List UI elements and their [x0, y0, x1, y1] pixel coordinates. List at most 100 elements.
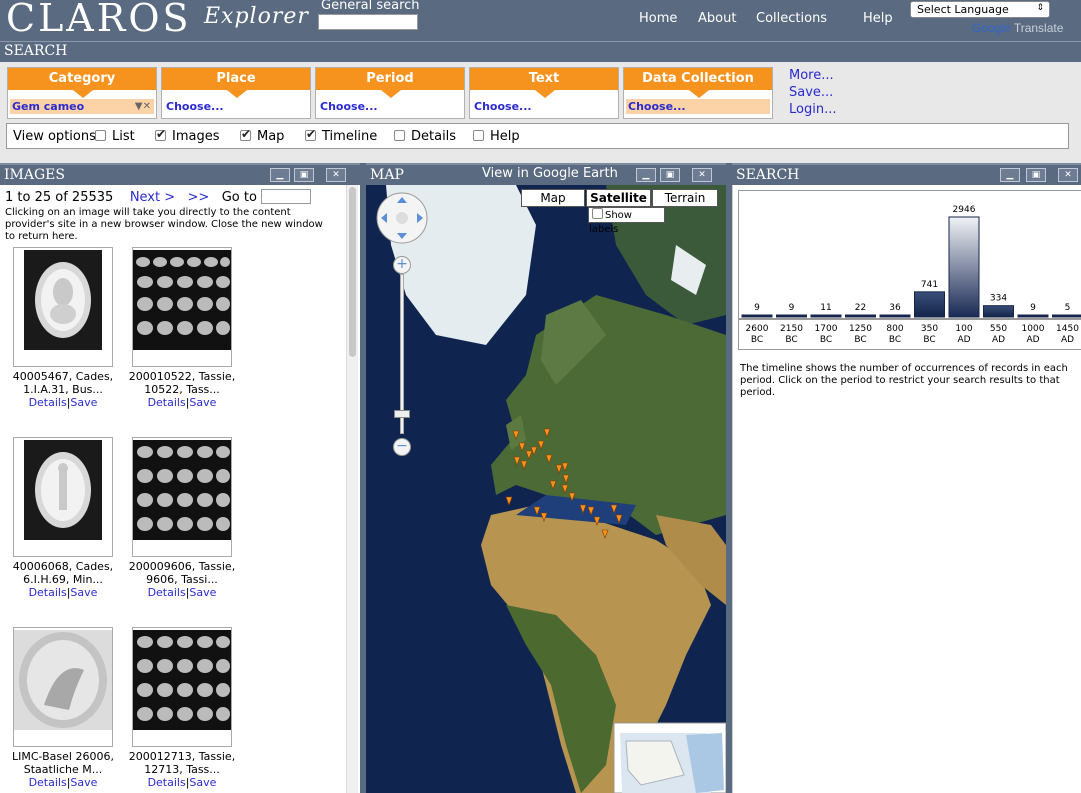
google-translate-label[interactable]: Google Translate	[972, 21, 1063, 35]
thumb-frame[interactable]	[13, 437, 113, 557]
next-link[interactable]: Next >	[130, 190, 175, 205]
thumb-item[interactable]: 200010522, Tassie, 10522, Tass... Detail…	[127, 247, 237, 409]
nav-collections[interactable]: Collections	[756, 11, 827, 26]
save-link[interactable]: Save	[189, 776, 216, 789]
save-link[interactable]: Save...	[789, 84, 836, 101]
goto-input[interactable]	[261, 189, 312, 204]
period-label[interactable]: 350	[921, 324, 938, 334]
scroll-thumb[interactable]	[349, 187, 356, 357]
gem-relief-image[interactable]	[14, 630, 112, 730]
period-label[interactable]: AD	[992, 335, 1005, 345]
details-link[interactable]: Details	[29, 396, 67, 409]
timeline-bar[interactable]	[741, 314, 773, 318]
period-label[interactable]: AD	[957, 335, 970, 345]
facet-period[interactable]: Period Choose...	[315, 67, 465, 119]
save-link[interactable]: Save	[70, 396, 97, 409]
thumb-item[interactable]: LIMC-Basel 26006, Staatliche M... Detail…	[8, 627, 118, 789]
period-label[interactable]: 1250	[849, 324, 872, 334]
checkbox-details[interactable]	[394, 130, 405, 141]
details-link[interactable]: Details	[29, 586, 67, 599]
gem-cameo-image[interactable]	[24, 250, 102, 350]
details-link[interactable]: Details	[29, 776, 67, 789]
zoom-out-icon[interactable]: −	[393, 438, 411, 456]
period-label[interactable]: 800	[886, 324, 903, 334]
maximize-icon[interactable]: ▣	[294, 168, 314, 182]
logo[interactable]: CLAROS	[6, 0, 192, 40]
period-label[interactable]: 100	[955, 324, 972, 334]
facet-data-collection[interactable]: Data Collection Choose...	[623, 67, 773, 119]
checkbox-map[interactable]	[240, 127, 251, 141]
option-details[interactable]: Details	[394, 129, 456, 144]
timeline-bar[interactable]	[845, 314, 876, 318]
show-labels-checkbox[interactable]	[592, 208, 603, 219]
close-icon[interactable]: ✕	[1058, 168, 1078, 182]
general-search-input[interactable]	[318, 14, 418, 30]
timeline-bar[interactable]	[914, 291, 945, 318]
map-type-terrain[interactable]: Terrain	[652, 189, 718, 207]
minimize-icon[interactable]: ▁	[636, 168, 656, 182]
facet-value[interactable]: Choose...	[318, 99, 462, 114]
period-label[interactable]: 1000	[1022, 324, 1045, 334]
thumb-frame[interactable]	[13, 627, 113, 747]
save-link[interactable]: Save	[70, 586, 97, 599]
checkbox-list[interactable]	[95, 130, 106, 141]
facet-value[interactable]: Choose...	[626, 99, 770, 114]
details-link[interactable]: Details	[148, 396, 186, 409]
thumb-frame[interactable]	[132, 437, 232, 557]
timeline-bar[interactable]	[776, 314, 807, 318]
facet-category[interactable]: Category Gem cameo ▼✕	[7, 67, 157, 119]
maximize-icon[interactable]: ▣	[1026, 168, 1046, 182]
maximize-icon[interactable]: ▣	[660, 168, 680, 182]
period-label[interactable]: AD	[1061, 335, 1074, 345]
gem-tray-image[interactable]	[133, 250, 231, 350]
map-type-map[interactable]: Map	[521, 189, 585, 207]
facet-value[interactable]: Choose...	[164, 99, 308, 114]
timeline-bar[interactable]	[948, 216, 980, 318]
period-label[interactable]: 2600	[746, 324, 769, 334]
timeline-bar[interactable]	[1052, 314, 1081, 318]
checkbox-images[interactable]	[155, 127, 166, 141]
thumb-item[interactable]: 40005467, Cades, 1.I.A.31, Bus... Detail…	[8, 247, 118, 409]
pan-control[interactable]	[375, 191, 429, 245]
last-link[interactable]: >>	[188, 190, 210, 205]
timeline-chart[interactable]: 9 2600 BC 9 2150 BC 11 1700 BC 22 1250 BC 36 800 BC 741…	[738, 190, 1081, 350]
zoom-slider-handle[interactable]	[394, 410, 410, 418]
period-label[interactable]: BC	[923, 335, 935, 345]
period-label[interactable]: AD	[1026, 335, 1039, 345]
save-link[interactable]: Save	[189, 586, 216, 599]
period-label[interactable]: 2150	[780, 324, 803, 334]
minimize-icon[interactable]: ▁	[270, 168, 290, 182]
gem-cameo-image[interactable]	[24, 440, 102, 540]
minimize-icon[interactable]: ▁	[1000, 168, 1020, 182]
facet-place[interactable]: Place Choose...	[161, 67, 311, 119]
login-link[interactable]: Login...	[789, 101, 836, 118]
clear-icon[interactable]: ▼✕	[135, 99, 151, 114]
google-earth-link[interactable]: View in Google Earth	[482, 166, 618, 181]
checkbox-help[interactable]	[473, 130, 484, 141]
language-select[interactable]: Select Language ⇕	[910, 1, 1050, 18]
zoom-control[interactable]: + −	[393, 256, 413, 460]
timeline-svg[interactable]: 92600BC92150BC111700BC221250BC36800BC741…	[739, 191, 1081, 351]
map-panel[interactable]: + − Map Satellite Terrain Show labels	[366, 185, 726, 793]
option-list[interactable]: List	[95, 129, 135, 144]
details-link[interactable]: Details	[148, 776, 186, 789]
checkbox-timeline[interactable]	[305, 127, 316, 141]
period-label[interactable]: 1700	[815, 324, 838, 334]
thumb-frame[interactable]	[13, 247, 113, 367]
thumb-frame[interactable]	[132, 247, 232, 367]
option-timeline[interactable]: Timeline	[305, 127, 377, 144]
facet-value[interactable]: Choose...	[472, 99, 616, 114]
close-icon[interactable]: ✕	[326, 168, 346, 182]
period-label[interactable]: BC	[889, 335, 901, 345]
timeline-bar[interactable]	[879, 314, 911, 318]
images-scrollbar[interactable]	[346, 185, 358, 793]
period-label[interactable]: BC	[751, 335, 763, 345]
nav-help[interactable]: Help	[863, 11, 893, 26]
nav-about[interactable]: About	[698, 11, 736, 26]
period-label[interactable]: BC	[785, 335, 797, 345]
thumb-item[interactable]: 200009606, Tassie, 9606, Tassi... Detail…	[127, 437, 237, 599]
timeline-bar[interactable]	[1017, 314, 1049, 318]
details-link[interactable]: Details	[148, 586, 186, 599]
timeline-bar[interactable]	[810, 314, 842, 318]
show-labels-option[interactable]: Show labels	[588, 207, 665, 235]
